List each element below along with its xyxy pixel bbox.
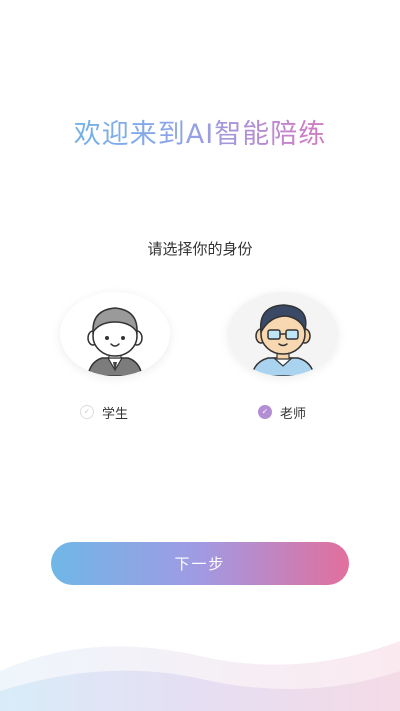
welcome-title: 欢迎来到AI智能陪练 xyxy=(0,112,400,151)
student-avatar-icon xyxy=(87,307,143,376)
student-avatar-card[interactable] xyxy=(60,292,170,376)
teacher-avatar-circle[interactable] xyxy=(228,292,338,376)
student-option[interactable]: ✓ 学生 xyxy=(80,404,129,422)
teacher-avatar-icon xyxy=(251,304,315,376)
teacher-avatar-card[interactable] xyxy=(228,292,338,376)
teacher-option-label: 老师 xyxy=(280,406,307,422)
student-radio-icon[interactable]: ✓ xyxy=(80,405,94,419)
student-avatar-circle[interactable] xyxy=(60,292,170,376)
student-option-label: 学生 xyxy=(102,406,129,422)
bottom-wave-decoration xyxy=(0,641,400,711)
teacher-option[interactable]: ✓ 老师 xyxy=(258,404,307,422)
identity-prompt: 请选择你的身份 xyxy=(147,240,253,258)
teacher-radio-checked-icon[interactable]: ✓ xyxy=(258,405,272,419)
identity-select-screen: 欢迎来到AI智能陪练 请选择你的身份 ✓ 学生 ✓ 老师 下一步 xyxy=(0,0,400,711)
next-step-button[interactable]: 下一步 xyxy=(51,542,349,585)
